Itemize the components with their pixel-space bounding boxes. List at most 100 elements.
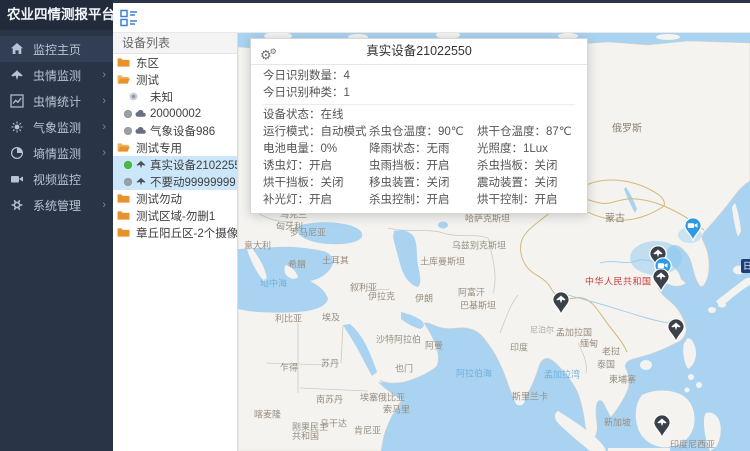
- popup-grid-row: 烘干挡板：关闭移虫装置：关闭震动装置：关闭: [263, 175, 575, 192]
- sidebar-item-label: 虫情监测: [33, 67, 102, 84]
- folder-closed-icon: [117, 210, 130, 221]
- gear-icon: [10, 198, 24, 212]
- popup-field: 烘干挡板：关闭: [263, 175, 369, 192]
- popup-grid-row: 运行模式：自动模式杀虫仓温度：90℃烘干仓温度：87℃: [263, 124, 575, 141]
- status-dot-offline: [124, 127, 132, 135]
- tree-device-row[interactable]: 气象设备986: [113, 122, 237, 139]
- popup-grid-row: 电池电量：0%降雨状态：无雨光照度：1Lux: [263, 141, 575, 158]
- popup-field: 杀虫仓温度：90℃: [369, 124, 477, 141]
- tree-device-row[interactable]: 20000002: [113, 105, 237, 122]
- popup-body: 今日识别数量：4今日识别种类：1 设备状态：在线运行模式：自动模式杀虫仓温度：90…: [251, 65, 587, 213]
- settings-gears-icon[interactable]: ⚙⚙: [260, 39, 277, 67]
- status-dot-offline: [124, 110, 132, 118]
- tree-node-label: 东区: [136, 55, 159, 71]
- device-list-header: 设备列表: [113, 33, 237, 54]
- popup-field: 杀虫控制：开启: [369, 192, 477, 209]
- sidebar-item-video-monitor[interactable]: 视频监控: [0, 166, 113, 192]
- moth-icon: [135, 176, 147, 187]
- tree-folder-row[interactable]: 测试区域-勿删1: [113, 207, 237, 224]
- map-marker-bug-pin[interactable]: [552, 291, 570, 315]
- popup-grid-row: 补光灯：开启杀虫控制：开启烘干控制：开启: [263, 192, 575, 209]
- tree-list-icon[interactable]: [120, 9, 138, 27]
- globe-icon: [10, 146, 24, 160]
- map-marker-bug-pin[interactable]: [653, 414, 671, 438]
- popup-field: 烘干仓温度：87℃: [477, 124, 575, 141]
- popup-field: 电池电量：0%: [263, 141, 369, 158]
- sidebar-item-weather-monitor[interactable]: 气象监测›: [0, 114, 113, 140]
- sidebar-item-label: 虫情统计: [33, 93, 102, 110]
- device-tree: 东区测试未知 20000002 气象设备986测试专用真实设备21022550不要动…: [113, 54, 237, 241]
- popup-status-row: 设备状态：在线: [263, 107, 575, 124]
- chart-icon: [10, 94, 24, 108]
- folder-closed-icon: [117, 57, 130, 68]
- sidebar-item-label: 墒情监测: [33, 145, 102, 162]
- map-marker-bug-pin[interactable]: [652, 268, 670, 292]
- popup-divider: [263, 104, 575, 105]
- popup-field: 补光灯：开启: [263, 192, 369, 209]
- chevron-right-icon: ›: [102, 199, 106, 211]
- cloud-icon: [135, 108, 147, 119]
- app-window: 农业四情测报平台 监控主页虫情监测›虫情统计›气象监测›墒情监测›视频监控系统管…: [0, 0, 750, 451]
- popup-stat-row: 今日识别种类：1: [263, 85, 575, 102]
- tree-folder-row[interactable]: 测试专用: [113, 139, 237, 156]
- chevron-right-icon: ›: [102, 95, 106, 107]
- tree-node-label: 测试区域-勿删1: [136, 208, 215, 224]
- tree-node-label: 不要动99999999: [150, 174, 236, 190]
- sidebar-item-label: 系统管理: [33, 197, 102, 214]
- device-info-popup: ⚙⚙ 真实设备21022550 今日识别数量：4今日识别种类：1 设备状态：在线运…: [250, 38, 588, 214]
- tree-node-label: 章丘阳丘区-2个摄像头: [136, 225, 237, 241]
- popup-field: 虫雨挡板：开启: [369, 158, 477, 175]
- tree-folder-row[interactable]: 测试勿动: [113, 190, 237, 207]
- tree-node-label: 未知: [150, 89, 173, 105]
- home-icon: [10, 42, 24, 56]
- tree-node-label: 测试勿动: [136, 191, 182, 207]
- sidebar-item-insect-monitor[interactable]: 虫情监测›: [0, 62, 113, 88]
- moth-icon: [135, 159, 147, 170]
- map-marker-bug-pin[interactable]: [667, 318, 685, 342]
- sidebar-item-system[interactable]: 系统管理›: [0, 192, 113, 218]
- tree-device-row[interactable]: 不要动99999999: [113, 173, 237, 190]
- popup-field: 移虫装置：关闭: [369, 175, 477, 192]
- popup-field: 光照度：1Lux: [477, 141, 575, 158]
- popup-stat-row: 今日识别数量：4: [263, 68, 575, 85]
- sidebar-item-insect-stats[interactable]: 虫情统计›: [0, 88, 113, 114]
- tree-device-row[interactable]: 未知: [113, 88, 237, 105]
- tree-device-row[interactable]: 真实设备21022550: [113, 156, 237, 173]
- chevron-right-icon: ›: [102, 147, 106, 159]
- camera-icon: [10, 172, 24, 186]
- sidebar-item-soil-monitor[interactable]: 墒情监测›: [0, 140, 113, 166]
- chevron-right-icon: ›: [102, 69, 106, 81]
- sidebar-item-label: 视频监控: [33, 171, 113, 188]
- cloud-icon: [135, 125, 147, 136]
- sidebar-menu: 监控主页虫情监测›虫情统计›气象监测›墒情监测›视频监控系统管理›: [0, 30, 113, 218]
- folder-closed-icon: [117, 193, 130, 204]
- map-marker-camera-pin[interactable]: [684, 217, 702, 241]
- status-dot-online: [124, 161, 132, 169]
- tree-node-label: 测试: [136, 72, 159, 88]
- sidebar-item-label: 监控主页: [33, 41, 113, 58]
- folder-open-icon: [117, 142, 130, 153]
- popup-grid-row: 诱虫灯：开启虫雨挡板：开启杀虫挡板：关闭: [263, 158, 575, 175]
- app-title: 农业四情测报平台: [0, 0, 113, 30]
- sidebar: 农业四情测报平台 监控主页虫情监测›虫情统计›气象监测›墒情监测›视频监控系统管…: [0, 0, 113, 451]
- tree-folder-row[interactable]: 东区: [113, 54, 237, 71]
- device-list-panel: 设备列表 东区测试未知 20000002 气象设备986测试专用真实设备210225…: [113, 33, 238, 451]
- popup-field: 杀虫挡板：关闭: [477, 158, 575, 175]
- popup-header: ⚙⚙ 真实设备21022550: [251, 39, 587, 65]
- sidebar-item-home[interactable]: 监控主页: [0, 36, 113, 62]
- topbar: [113, 0, 750, 33]
- unknown-device-icon: [128, 91, 139, 102]
- tree-folder-row[interactable]: 测试: [113, 71, 237, 88]
- status-dot-offline: [124, 178, 132, 186]
- sidebar-item-label: 气象监测: [33, 119, 102, 136]
- popup-field: 运行模式：自动模式: [263, 124, 369, 141]
- tree-node-label: 测试专用: [136, 140, 182, 156]
- bug-icon: [10, 68, 24, 82]
- folder-closed-icon: [117, 227, 130, 238]
- popup-title: 真实设备21022550: [366, 44, 472, 58]
- tree-folder-row[interactable]: 章丘阳丘区-2个摄像头: [113, 224, 237, 241]
- tree-node-label: 20000002: [150, 108, 201, 120]
- tree-node-label: 真实设备21022550: [150, 157, 237, 173]
- chevron-right-icon: ›: [102, 121, 106, 133]
- popup-field: 震动装置：关闭: [477, 175, 575, 192]
